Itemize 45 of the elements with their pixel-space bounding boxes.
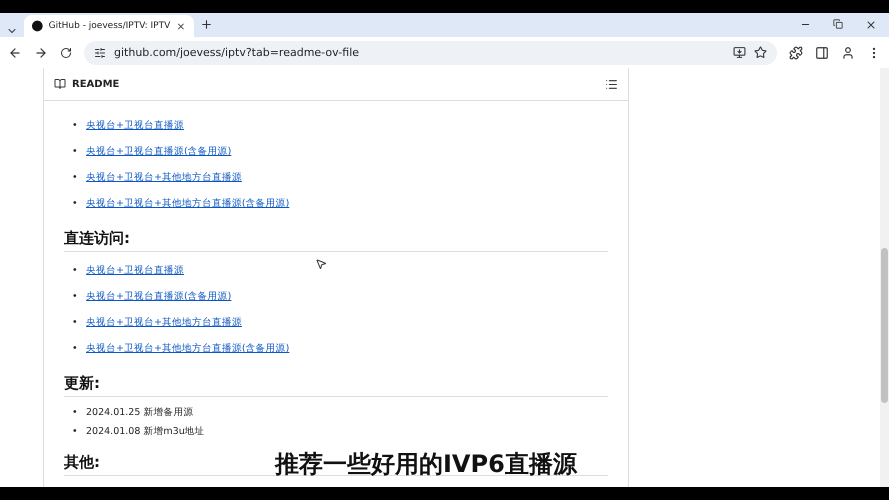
section-heading: 更新: [64,362,608,397]
close-icon[interactable] [176,20,186,32]
bullet: • [72,290,79,304]
close-icon[interactable] [865,19,877,31]
extensions-icon[interactable] [789,46,803,60]
video-caption: 推荐一些好用的IVP6直播源 [275,449,577,480]
stream-link[interactable]: 央视台+卫视台直播源(含备用源) [86,146,232,157]
bullet: • [72,406,79,420]
new-tab-icon[interactable] [200,18,213,30]
restore-icon[interactable] [833,19,843,29]
bullet: • [72,145,79,159]
bullet: • [72,316,79,330]
update-entry: 2024.01.25 新增备用源 [86,407,194,418]
stream-link[interactable]: 央视台+卫视台直播源 [86,265,184,276]
scrollbar-thumb[interactable] [881,248,888,403]
stream-link[interactable]: 央视台+卫视台+其他地方台直播源(含备用源) [86,343,290,354]
stream-link[interactable]: 央视台+卫视台+其他地方台直播源(含备用源) [86,198,290,209]
section-heading: 直连访问: [64,217,608,252]
bullet: • [72,197,79,211]
bullet: • [72,119,79,133]
outline-icon[interactable] [605,78,618,90]
install-icon[interactable] [733,46,746,59]
bookmark-star-icon[interactable] [754,46,767,59]
site-settings-icon[interactable] [94,46,106,58]
stream-link[interactable]: 央视台+卫视台+其他地方台直播源 [86,172,242,183]
browser-tab[interactable]: GitHub - joevess/IPTV: IPTV [24,15,194,37]
bullet: • [72,425,79,439]
profile-icon[interactable] [841,46,855,60]
update-entry: 2024.01.08 新增m3u地址 [86,426,205,437]
bullet: • [72,342,79,356]
side-panel-icon[interactable] [815,46,829,60]
address-bar[interactable]: github.com/joevess/iptv?tab=readme-ov-file [84,40,777,64]
url-text: github.com/joevess/iptv?tab=readme-ov-file [114,46,360,59]
stream-link[interactable]: 央视台+卫视台直播源(含备用源) [86,291,232,302]
bullet: • [72,171,79,185]
stream-link[interactable]: 央视台+卫视台+其他地方台直播源 [86,317,242,328]
readme-title: README [72,78,120,90]
mouse-cursor-icon [315,258,327,270]
reload-icon[interactable] [60,46,72,58]
book-icon[interactable] [54,78,66,90]
scrollbar[interactable] [880,68,889,487]
forward-icon[interactable] [34,46,48,60]
back-icon[interactable] [8,46,22,60]
stream-link[interactable]: 央视台+卫视台直播源 [86,120,184,131]
bullet: • [72,264,79,278]
